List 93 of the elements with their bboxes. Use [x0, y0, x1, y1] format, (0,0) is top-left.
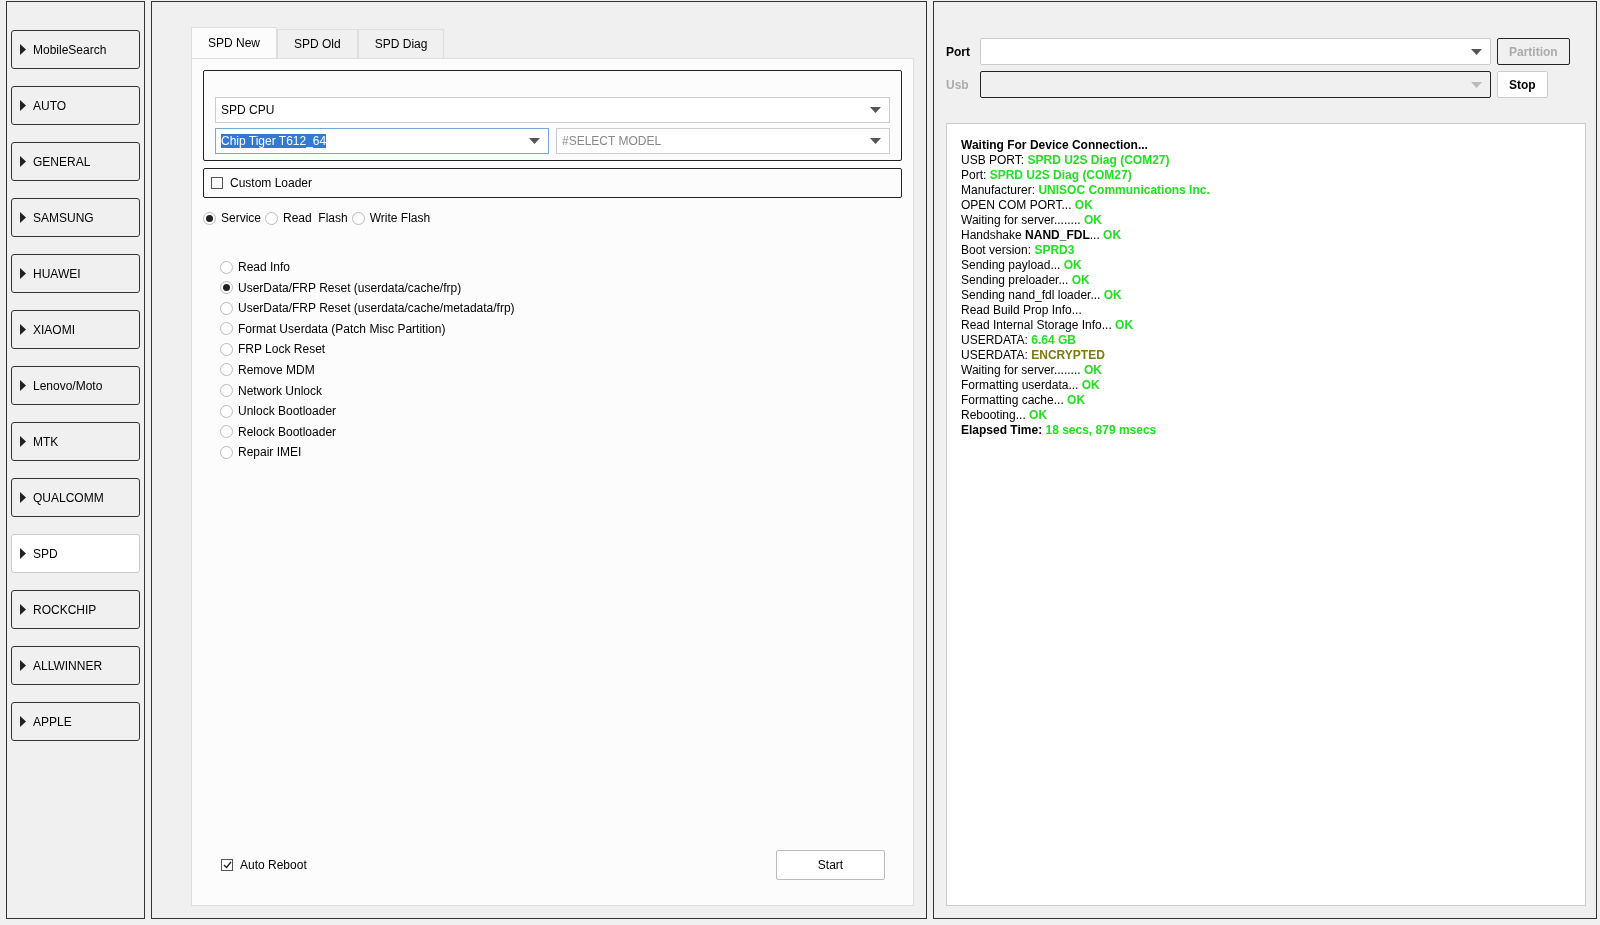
log-line: Read Internal Storage Info... OK	[961, 318, 1135, 333]
log-line: Formatting cache... OK	[961, 393, 1087, 408]
dropdown-caret-icon	[870, 107, 881, 113]
log-line: Read Build Prop Info...	[961, 303, 1083, 318]
dropdown-caret-icon	[1471, 48, 1482, 55]
dropdown-caret-icon	[529, 138, 540, 144]
sidebar-button[interactable]: ROCKCHIP	[11, 590, 140, 629]
log-line: Port: SPRD U2S Diag (COM27)	[961, 168, 1133, 183]
triangle-right-icon	[20, 716, 26, 727]
log-line: Formatting userdata... OK	[961, 378, 1101, 393]
radio-button[interactable]	[351, 211, 365, 225]
log-line: Sending preloader... OK	[961, 273, 1091, 288]
radio-label: Write Flash	[369, 211, 431, 225]
sidebar-button[interactable]: QUALCOMM	[11, 478, 140, 517]
triangle-right-icon	[20, 324, 26, 335]
radio-button[interactable]	[220, 322, 233, 336]
checkbox[interactable]	[221, 859, 233, 871]
tab[interactable]: SPD Diag	[357, 29, 445, 58]
tab[interactable]: SPD Old	[277, 29, 358, 58]
radio-label: UserData/FRP Reset (userdata/cache/frp)	[238, 280, 462, 295]
radio-button[interactable]	[220, 404, 233, 418]
sidebar-button[interactable]: APPLE	[11, 702, 140, 741]
sidebar-button[interactable]: AUTO	[11, 86, 140, 125]
log-line: Boot version: SPRD3	[961, 243, 1076, 258]
log-line: Elapsed Time: 18 secs, 879 msecs	[961, 423, 1158, 438]
radio-label: Repair IMEI	[238, 445, 302, 460]
log-line: Rebooting... OK	[961, 408, 1049, 423]
triangle-right-icon	[20, 44, 26, 55]
sidebar-button[interactable]: XIAOMI	[11, 310, 140, 349]
triangle-right-icon	[20, 604, 26, 615]
sidebar-button[interactable]: Lenovo/Moto	[11, 366, 140, 405]
radio-label: Format Userdata (Patch Misc Partition)	[238, 321, 446, 336]
triangle-right-icon	[20, 548, 26, 559]
radio-label: Remove MDM	[238, 362, 315, 377]
log-line: Waiting for server........ OK	[961, 363, 1103, 378]
log-line: Sending payload... OK	[961, 258, 1083, 273]
log-line: USERDATA: 6.64 GB	[961, 333, 1077, 348]
radio-button[interactable]	[220, 342, 233, 356]
port-dropdown[interactable]	[980, 38, 1491, 65]
log-line: Waiting for server........ OK	[961, 213, 1103, 228]
log-line: Waiting For Device Connection...	[961, 138, 1149, 153]
radio-button[interactable]	[220, 445, 233, 459]
sidebar-button[interactable]: MTK	[11, 422, 140, 461]
radio-button[interactable]	[265, 211, 278, 225]
triangle-right-icon	[20, 380, 26, 391]
triangle-right-icon	[20, 212, 26, 223]
start-button[interactable]: Start	[776, 850, 885, 880]
sidebar-button[interactable]: MobileSearch	[11, 30, 140, 69]
log-line: OPEN COM PORT... OK	[961, 198, 1094, 213]
dropdown-caret-icon	[870, 138, 881, 144]
radio-label: Service	[221, 211, 261, 225]
radio-label: Network Unlock	[238, 383, 323, 398]
log-line: USERDATA: ENCRYPTED	[961, 348, 1106, 363]
sidebar-button[interactable]: ALLWINNER	[11, 646, 140, 685]
triangle-right-icon	[20, 436, 26, 447]
radio-label: Read Flash	[283, 211, 348, 225]
triangle-right-icon	[20, 156, 26, 167]
cpu-dropdown[interactable]: SPD CPU	[215, 97, 890, 123]
checkbox[interactable]	[211, 177, 223, 189]
model-dropdown[interactable]: #SELECT MODEL	[556, 128, 890, 154]
sidebar-button[interactable]: HUAWEI	[11, 254, 140, 293]
radio-button[interactable]	[220, 363, 233, 377]
dropdown-caret-icon	[1471, 81, 1482, 88]
log-line: Handshake NAND_FDL... OK	[961, 228, 1123, 243]
custom-loader-label: Custom Loader	[230, 176, 313, 190]
radio-label: Relock Bootloader	[238, 424, 337, 439]
port-label: Port	[946, 44, 971, 59]
radio-label: FRP Lock Reset	[238, 342, 326, 357]
usb-dropdown[interactable]	[980, 71, 1491, 98]
radio-button[interactable]	[220, 425, 233, 439]
radio-label: Unlock Bootloader	[238, 404, 337, 419]
triangle-right-icon	[20, 492, 26, 503]
log-line: USB PORT: SPRD U2S Diag (COM27)	[961, 153, 1171, 168]
radio-label: UserData/FRP Reset (userdata/cache/metadata/frp)	[238, 301, 515, 316]
stop-button[interactable]: Stop	[1497, 71, 1548, 98]
log-line: Manufacturer: UNISOC Communications Inc.	[961, 183, 1211, 198]
usb-label: Usb	[946, 77, 970, 92]
triangle-right-icon	[20, 660, 26, 671]
tab[interactable]: SPD New	[191, 27, 277, 58]
triangle-right-icon	[20, 268, 26, 279]
auto-reboot-label: Auto Reboot	[240, 858, 307, 872]
radio-button[interactable]	[203, 211, 216, 225]
radio-button[interactable]	[220, 281, 233, 295]
radio-button[interactable]	[220, 260, 233, 274]
radio-label: Read Info	[238, 260, 291, 274]
sidebar-button[interactable]: SPD	[11, 534, 140, 573]
chip-dropdown[interactable]: Chip Tiger T612_64	[215, 128, 549, 154]
triangle-right-icon	[20, 100, 26, 111]
sidebar-button[interactable]: GENERAL	[11, 142, 140, 181]
radio-button[interactable]	[220, 384, 233, 398]
sidebar-button[interactable]: SAMSUNG	[11, 198, 140, 237]
log-line: Sending nand_fdl loader... OK	[961, 288, 1123, 303]
radio-button[interactable]	[220, 301, 233, 315]
